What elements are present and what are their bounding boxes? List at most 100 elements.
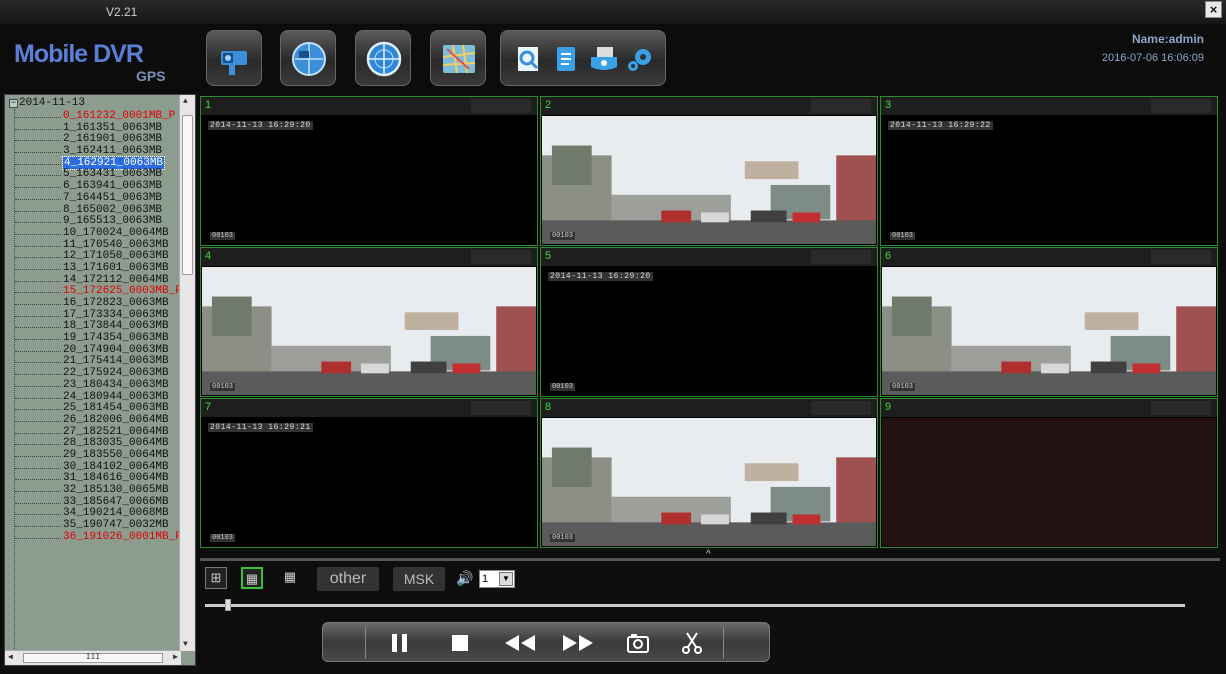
video-channel-4[interactable]: 4 00103 (200, 247, 538, 397)
user-name: Name:admin (1131, 32, 1204, 46)
version-label: V2.21 (106, 5, 138, 19)
osd-speed: 00103 (210, 383, 236, 391)
stop-icon[interactable] (449, 631, 471, 660)
pause-icon[interactable] (389, 631, 411, 660)
msk-button[interactable]: MSK (393, 567, 445, 591)
video-channel-6[interactable]: 6 00103 (880, 247, 1218, 397)
osd-speed: 00103 (210, 232, 236, 240)
playback-slider[interactable] (205, 599, 1185, 611)
channel-header: 9 (881, 399, 1217, 417)
channel-number: 8 (545, 401, 552, 413)
channel-status-bar (811, 401, 871, 415)
grid-16-icon[interactable]: ▦ (279, 567, 301, 589)
channel-number: 1 (205, 99, 212, 111)
video-frame: 00103 (882, 267, 1216, 395)
tree-file-label: 31_184616_0064MB (63, 472, 169, 485)
clip-icon[interactable] (679, 631, 705, 660)
channel-header: 8 (541, 399, 877, 417)
tree-file-label: 1_161351_0063MB (63, 121, 163, 134)
globe-icon (292, 42, 326, 76)
volume-select[interactable]: 1 ▼ (479, 570, 515, 588)
camera-icon (221, 51, 247, 75)
tree-file-label: 13_171601_0063MB (63, 261, 169, 274)
divider (365, 627, 366, 659)
scroll-down-icon[interactable]: ▼ (183, 640, 188, 649)
video-channel-9[interactable]: 9 (880, 398, 1218, 548)
logo: Mobile DVR GPS (14, 40, 166, 84)
speaker-icon[interactable]: 🔊 (456, 570, 473, 587)
tree-horizontal-scrollbar[interactable]: ◀ III ▶ (5, 650, 181, 665)
tree-file-label: 16_172823_0063MB (63, 297, 169, 309)
channel-number: 3 (885, 99, 892, 111)
other-button[interactable]: other (317, 567, 379, 591)
gps-button[interactable] (355, 30, 411, 86)
channel-status-bar (1151, 250, 1211, 264)
video-channel-3[interactable]: 3 2014-11-13 16:29:22 00103 (880, 96, 1218, 246)
tree-file-label: 18_173844_0063MB (63, 320, 169, 333)
tree-file-label: 17_173334_0063MB (63, 308, 169, 321)
slider-knob[interactable] (224, 599, 231, 611)
video-channel-2[interactable]: 2 00103 (540, 96, 878, 246)
fast-forward-icon[interactable] (561, 631, 595, 660)
map-button[interactable] (430, 30, 486, 86)
tree-file-label: 30_184102_0064MB (63, 460, 169, 473)
logo-main: Mobile DVR (14, 40, 144, 68)
snapshot-icon[interactable] (625, 631, 651, 660)
channel-number: 5 (545, 250, 552, 262)
scroll-left-icon[interactable]: ◀ (8, 652, 13, 662)
map-icon (442, 44, 476, 74)
tree-file-label: 19_174354_0063MB (63, 332, 169, 345)
splitter[interactable]: ^ (200, 549, 1220, 564)
live-view-button[interactable] (206, 30, 262, 86)
tree-file-label: 33_185647_0066MB (63, 495, 169, 508)
collapse-caret-icon[interactable]: ^ (706, 549, 711, 560)
tree-file-item[interactable]: 3_162411_0063MB (15, 145, 182, 158)
video-channel-5[interactable]: 5 2014-11-13 16:29:20 00103 (540, 247, 878, 397)
video-channel-1[interactable]: 1 2014-11-13 16:29:20 00103 (200, 96, 538, 246)
chevron-down-icon[interactable]: ▼ (499, 572, 513, 586)
video-channel-7[interactable]: 7 2014-11-13 16:29:21 00103 (200, 398, 538, 548)
osd-timestamp: 2014-11-13 16:29:22 (888, 121, 993, 130)
search-icon[interactable] (515, 45, 543, 78)
tree-file-label: 35_190747_0032MB (63, 519, 169, 532)
file-tree: − 2014-11-13 0_161232_0001MB_P 1_161351_0… (4, 94, 196, 666)
tree-file-label: 10_170024_0064MB (63, 226, 169, 239)
video-channel-8[interactable]: 8 00103 (540, 398, 878, 548)
tree-file-label: 32_185130_0065MB (63, 484, 169, 496)
database-icon[interactable] (589, 45, 619, 78)
logo-sub: GPS (136, 68, 166, 84)
channel-header: 7 (201, 399, 537, 417)
collapse-toggle[interactable]: − (9, 99, 18, 108)
video-frame: 00103 (542, 116, 876, 244)
tree-file-label: 28_183035_0064MB (63, 437, 169, 450)
rewind-icon[interactable] (503, 631, 537, 660)
divider (723, 627, 724, 659)
tree-file-label: 23_180434_0063MB (63, 378, 169, 391)
tree-file-label: 29_183550_0064MB (63, 448, 169, 461)
channel-header: 3 (881, 97, 1217, 115)
tree-file-label: 21_175414_0063MB (63, 355, 169, 368)
hscroll-thumb[interactable]: III (23, 653, 163, 663)
scroll-up-icon[interactable]: ▲ (183, 97, 188, 106)
document-icon[interactable] (555, 45, 579, 78)
channel-header: 6 (881, 248, 1217, 266)
video-frame: 00103 (542, 418, 876, 546)
grid-4-icon[interactable]: ⊞ (205, 567, 227, 589)
channel-number: 6 (885, 250, 892, 262)
close-button[interactable]: × (1205, 1, 1222, 18)
tree-vertical-scrollbar[interactable]: ▲ ▼ (179, 95, 195, 651)
gear-icon[interactable] (625, 45, 655, 78)
scroll-thumb[interactable] (182, 115, 193, 275)
tree-file-label: 25_181454_0063MB (63, 402, 169, 415)
user-info: Name:admin 2016-07-06 16:06:09 (1102, 32, 1204, 64)
tree-items: 0_161232_0001MB_P 1_161351_0063MB 2_161901… (15, 110, 182, 544)
tree-root-date[interactable]: 2014-11-13 (19, 97, 85, 109)
tree-file-label: 4_162921_0063MB (61, 155, 166, 170)
video-frame: 00103 (202, 267, 536, 395)
scroll-right-icon[interactable]: ▶ (173, 652, 178, 662)
playback-button[interactable] (280, 30, 336, 86)
grid-9-icon[interactable]: ▦ (241, 567, 263, 589)
video-empty (882, 418, 1216, 546)
osd-timestamp: 2014-11-13 16:29:20 (548, 272, 653, 281)
tree-file-item[interactable]: 36_191026_0001MB_P (15, 531, 182, 544)
